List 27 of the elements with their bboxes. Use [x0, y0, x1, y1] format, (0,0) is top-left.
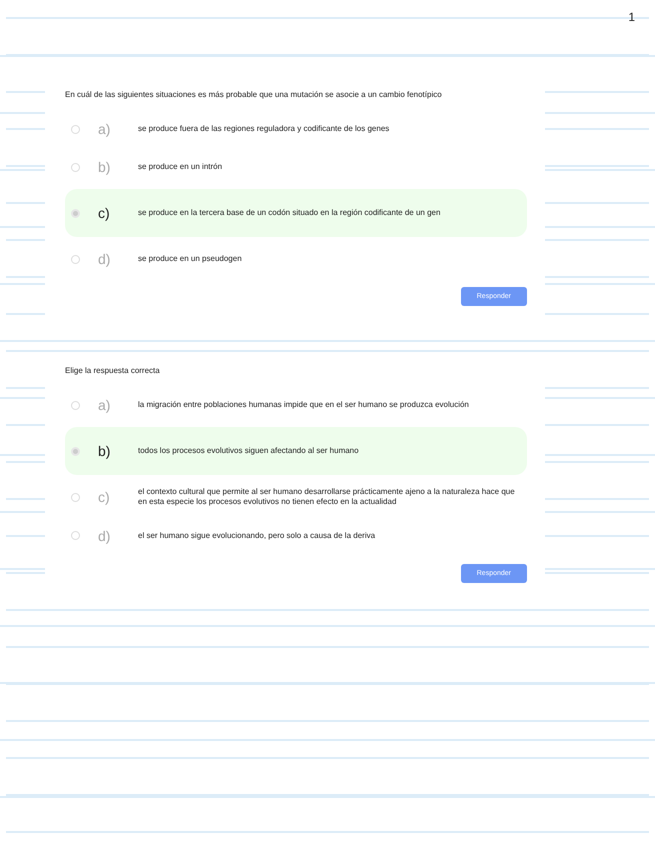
radio-button[interactable] [71, 254, 80, 264]
option-letter: a) [98, 397, 112, 413]
question-text: Elige la respuesta correcta [65, 366, 161, 375]
question-text: En cuál de las siguientes situaciones es más probable que una mutación se asocie a un cambio fenotípico [65, 90, 443, 99]
option-text: se produce fuera de las regiones reguladora y codificante de los genes [138, 124, 390, 134]
option-text: se produce en la tercera base de un codón situado en la región codificante de un gen [138, 208, 440, 218]
option-text: el ser humano sigue evolucionando, pero solo a causa de la deriva [138, 530, 376, 541]
option-letter: c) [98, 205, 111, 221]
option-letter: b) [98, 159, 112, 175]
radio-button[interactable] [71, 531, 80, 540]
page-number: 1 [628, 10, 635, 24]
radio-button[interactable] [71, 492, 80, 502]
option-letter: b) [98, 443, 112, 459]
option-letter: d) [98, 528, 112, 544]
radio-button[interactable] [71, 446, 80, 456]
radio-button[interactable] [71, 400, 80, 410]
option-text: se produce en un pseudogen [138, 254, 242, 264]
option-letter: c) [98, 489, 111, 506]
option-text: todos los procesos evolutivos siguen afectando al ser humano [138, 446, 359, 456]
option-text: el contexto cultural que permite al ser humano desarrollarse prácticamente ajeno a la naturaleza hace que en esta especie los procesos evolutivos no tienen efecto en la actualidad [138, 487, 516, 508]
option-text: la migración entre poblaciones humanas impide que en el ser humano se produzca evolución [138, 400, 469, 410]
option-letter: d) [98, 251, 112, 267]
radio-button[interactable] [71, 208, 80, 218]
radio-button[interactable] [71, 162, 80, 172]
radio-button[interactable] [71, 124, 80, 134]
option-text: se produce en un intrón [138, 162, 222, 172]
option-letter: a) [98, 121, 112, 137]
